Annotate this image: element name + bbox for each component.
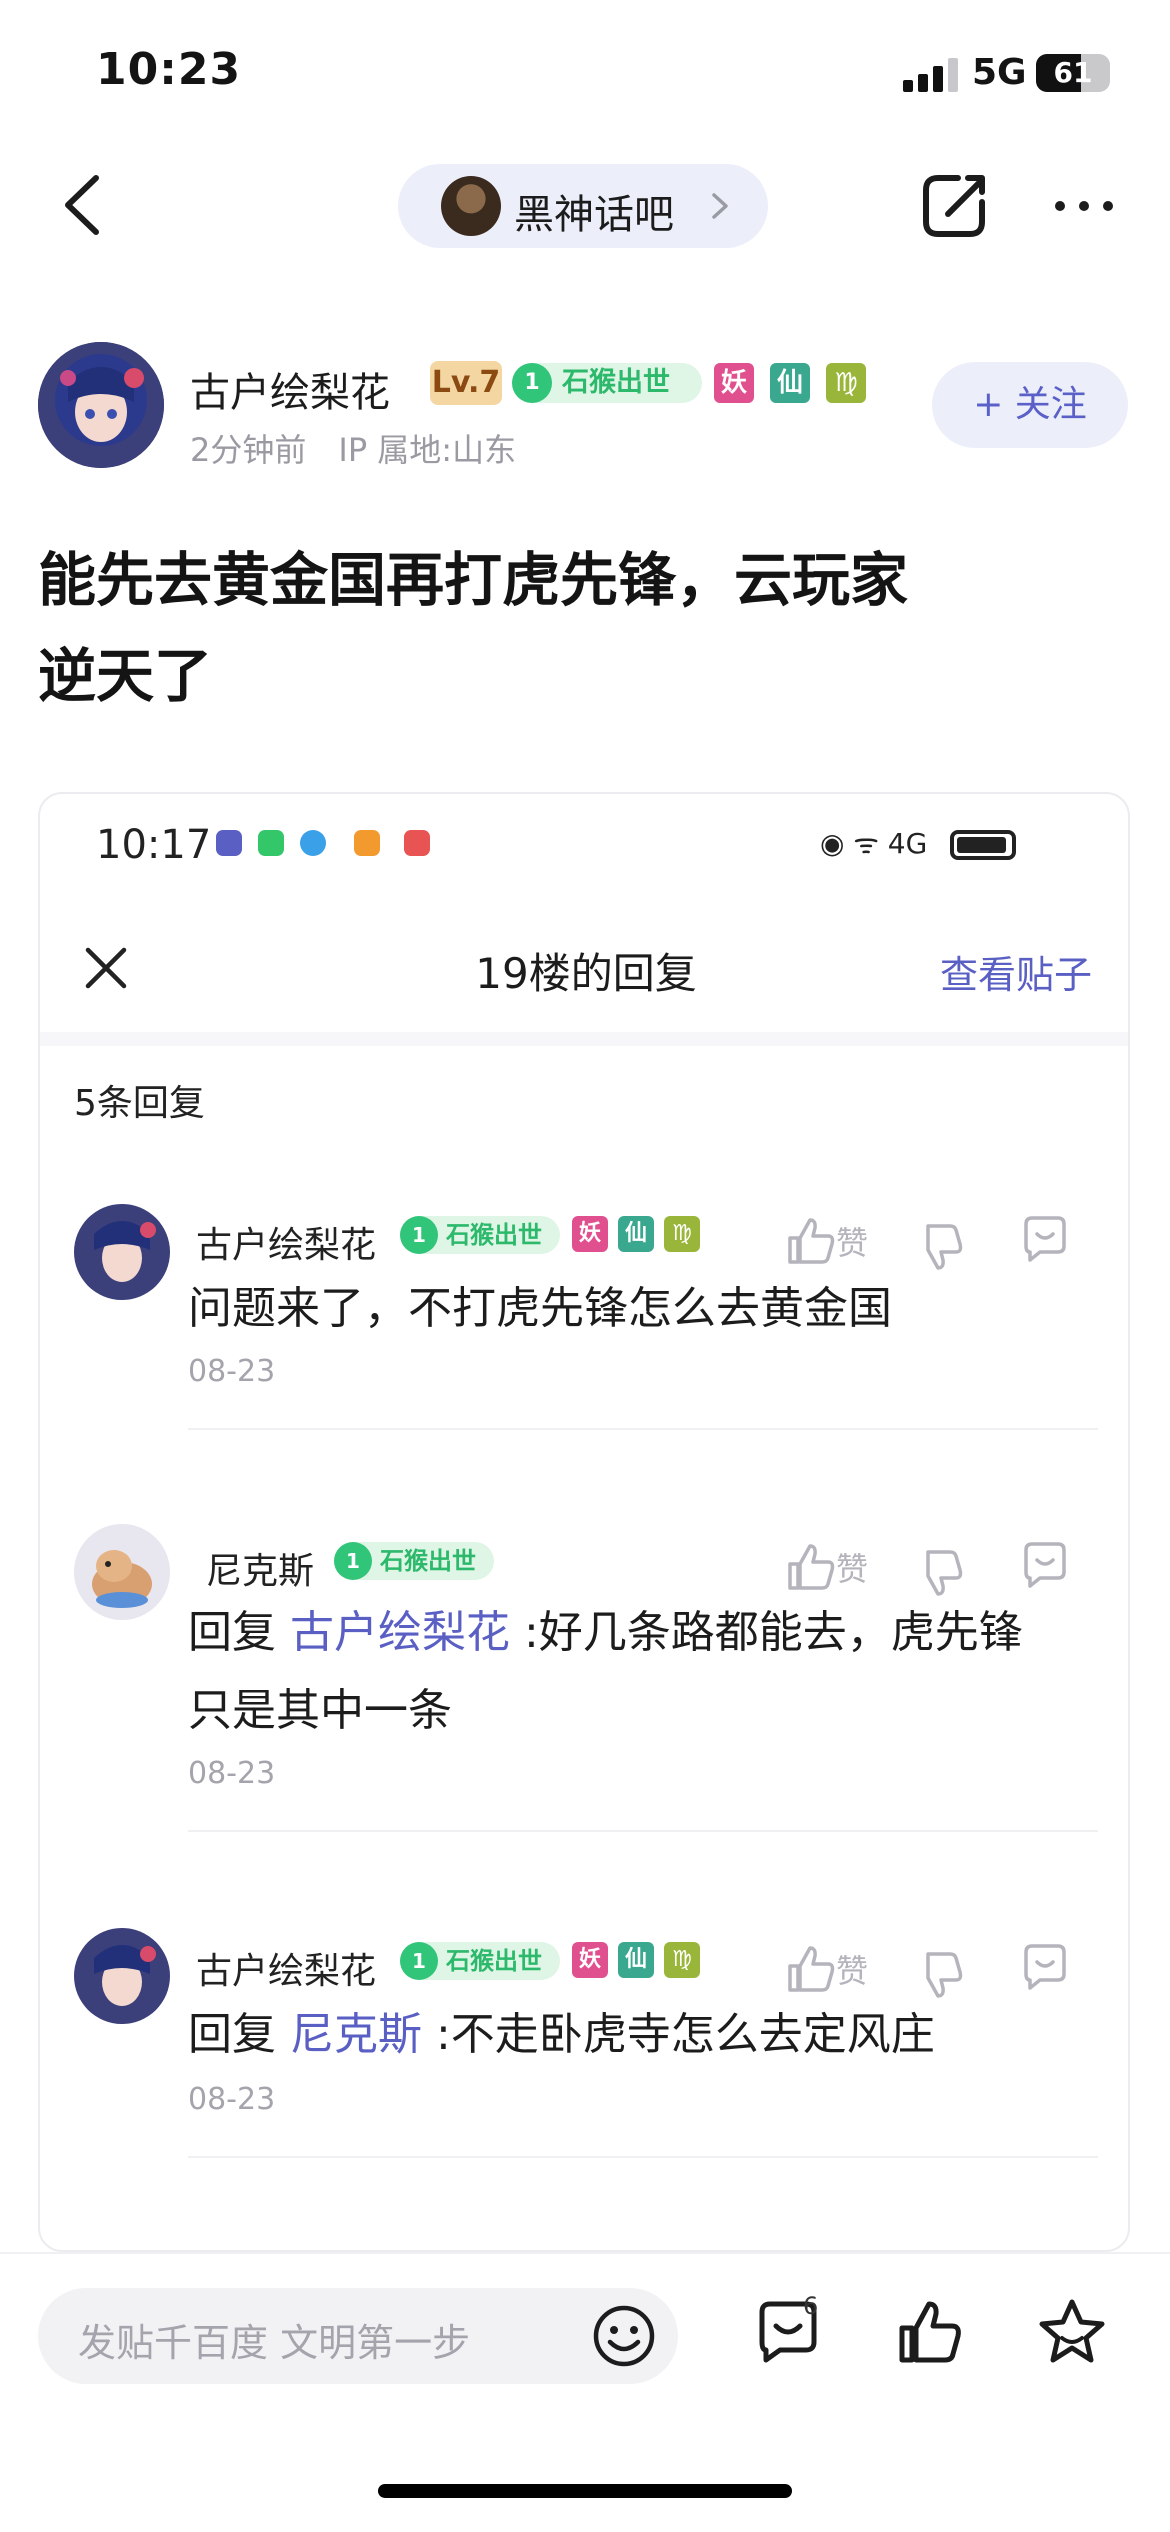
forum-avatar — [441, 176, 501, 236]
mention-link[interactable]: 尼克斯 — [290, 2009, 422, 2060]
gem-icon: 1 — [400, 1942, 438, 1980]
divider — [188, 1428, 1098, 1430]
screenshot-time: 10:17 — [96, 822, 212, 868]
comment-text: 回复 尼克斯 :不走卧虎寺怎么去定风庄 — [188, 2009, 935, 2060]
author-name[interactable]: 古户绘梨花 — [190, 360, 390, 418]
gem-icon: 1 — [400, 1216, 438, 1254]
comment-input-placeholder[interactable]: 发贴千百度 文明第一步 — [78, 2312, 470, 2367]
dislike-icon[interactable] — [912, 1220, 966, 1274]
dislike-icon[interactable] — [912, 1948, 966, 2002]
commenter-name[interactable]: 尼克斯 — [206, 1542, 314, 1594]
like-icon[interactable] — [894, 2296, 966, 2368]
comment-date: 08-23 — [188, 1354, 276, 1389]
commenter-avatar[interactable] — [74, 1928, 170, 2024]
post-time: 2分钟前 — [190, 431, 307, 469]
commenter-avatar[interactable] — [74, 1204, 170, 1300]
divider — [188, 2156, 1098, 2158]
title-badge: 1 石猴出世 — [400, 1942, 560, 1980]
gem-icon: 1 — [334, 1542, 372, 1580]
commenter-name[interactable]: 古户绘梨花 — [196, 1216, 376, 1268]
network-type: 5G — [972, 52, 1027, 93]
like-icon[interactable] — [784, 1540, 838, 1594]
like-icon[interactable] — [784, 1942, 838, 1996]
reply-icon[interactable] — [1018, 1212, 1072, 1266]
battery-icon: 61 — [1036, 54, 1110, 92]
more-options-icon[interactable] — [1054, 200, 1114, 212]
share-edit-icon[interactable] — [918, 170, 990, 242]
app-red-icon — [404, 830, 430, 856]
tag-xian: 仙 — [618, 1216, 654, 1252]
divider — [188, 1830, 1098, 1832]
post-title-line-1: 能先去黄金国再打虎先锋，云玩家 — [38, 546, 909, 614]
tag-virgo: ♍ — [826, 363, 866, 403]
title-badge: 1 石猴出世 — [512, 363, 702, 403]
battery-level: 61 — [1053, 56, 1093, 89]
gem-icon: 1 — [512, 363, 552, 403]
forum-name: 黑神话吧 — [514, 192, 674, 238]
post-title-line-2: 逆天了 — [38, 642, 213, 710]
author-avatar[interactable] — [38, 342, 164, 468]
divider — [40, 1032, 1128, 1046]
tag-virgo: ♍ — [664, 1942, 700, 1978]
emoji-icon[interactable] — [590, 2302, 658, 2370]
comment-date: 08-23 — [188, 1756, 276, 1791]
comment-text: 问题来了，不打虎先锋怎么去黄金国 — [188, 1283, 892, 1334]
tag-yao: 妖 — [572, 1216, 608, 1252]
commenter-name[interactable]: 古户绘梨花 — [196, 1942, 376, 1994]
ip-location: IP 属地:山东 — [338, 431, 517, 469]
tag-xian: 仙 — [618, 1942, 654, 1978]
browser-icon — [300, 830, 326, 856]
follow-button[interactable]: + 关注 — [932, 362, 1128, 448]
app-icon — [216, 830, 242, 856]
tag-xian: 仙 — [770, 363, 810, 403]
level-badge: Lv.7 — [430, 361, 502, 405]
tag-yao: 妖 — [714, 363, 754, 403]
comment-text: 回复 古户绘梨花 :好几条路都能去，虎先锋 只是其中一条 — [188, 1607, 1023, 1736]
comment-date: 08-23 — [188, 2082, 276, 2117]
post-title: 能先去黄金国再打虎先锋，云玩家 逆天了 — [38, 532, 1128, 724]
wechat-icon — [258, 830, 284, 856]
tag-virgo: ♍ — [664, 1216, 700, 1252]
screenshot-status-icons: ◉ ᯤ 4G — [820, 824, 1017, 862]
post-meta: 2分钟前 IP 属地:山东 — [190, 425, 516, 471]
like-label[interactable]: 赞 — [836, 1946, 868, 1992]
home-indicator[interactable] — [378, 2484, 792, 2498]
cellular-signal-icon — [903, 58, 959, 92]
like-label[interactable]: 赞 — [836, 1544, 868, 1590]
dislike-icon[interactable] — [912, 1546, 966, 1600]
title-badge-text: 石猴出世 — [562, 367, 670, 398]
back-arrow-icon[interactable] — [60, 172, 104, 238]
status-time: 10:23 — [96, 44, 242, 95]
embedded-screenshot[interactable]: 10:17 ◉ ᯤ 4G 19楼的回复 查看贴子 5条回复 古户绘梨花 1 石猴… — [38, 792, 1130, 2252]
play-icon — [354, 830, 380, 856]
favorite-star-icon[interactable] — [1036, 2296, 1108, 2368]
comment-count: 6 — [803, 2292, 819, 2320]
title-badge: 1 石猴出世 — [400, 1216, 560, 1254]
reply-icon[interactable] — [1018, 1538, 1072, 1592]
commenter-avatar[interactable] — [74, 1524, 170, 1620]
reply-icon[interactable] — [1018, 1940, 1072, 1994]
title-badge: 1 石猴出世 — [334, 1542, 494, 1580]
mention-link[interactable]: 古户绘梨花 — [290, 1607, 510, 1658]
chevron-right-icon — [712, 193, 728, 219]
like-label[interactable]: 赞 — [836, 1218, 868, 1264]
view-post-link[interactable]: 查看贴子 — [940, 944, 1092, 999]
like-icon[interactable] — [784, 1214, 838, 1268]
reply-count: 5条回复 — [74, 1083, 205, 1124]
tag-yao: 妖 — [572, 1942, 608, 1978]
